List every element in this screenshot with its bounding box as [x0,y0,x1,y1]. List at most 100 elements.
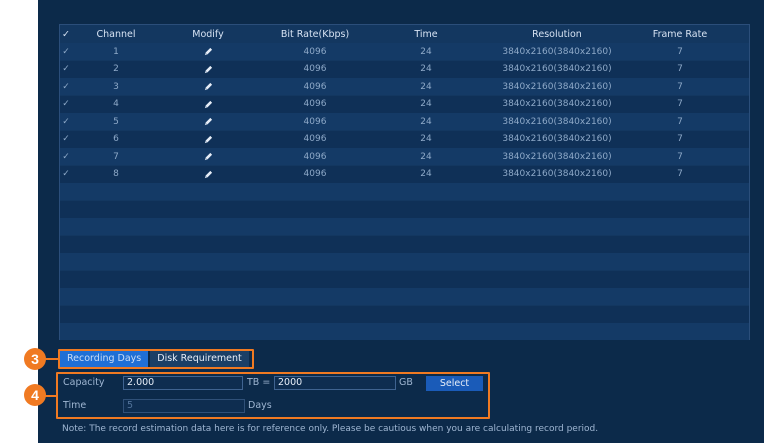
header-time: Time [414,29,438,40]
callout-3-connector [44,358,58,360]
channel-cell: 6 [113,134,119,144]
resolution-cell: 3840x2160(3840x2160) [502,116,612,127]
callout-3-highlight [58,349,254,369]
pencil-icon[interactable] [178,100,238,109]
gb-unit-label: GB [399,377,413,388]
empty-table-row [60,183,749,200]
pencil-icon[interactable] [178,117,238,126]
frame-rate-cell: 7 [677,64,683,74]
time-cell: 24 [420,81,432,92]
row-checkbox[interactable]: ✓ [60,169,72,179]
resolution-cell: 3840x2160(3840x2160) [502,134,612,144]
empty-table-row [60,305,749,323]
table-row: ✓ 1 4096 24 3840x2160(3840x2160) 7 [60,43,749,60]
modify-cell[interactable] [178,82,238,91]
bit-rate-cell: 4096 [303,64,327,74]
gb-input[interactable]: 2000 [274,376,396,390]
channel-cell: 4 [113,99,119,109]
table-row: ✓ 8 4096 24 3840x2160(3840x2160) 7 [60,165,749,183]
time-cell: 24 [420,46,432,57]
channel-cell: 1 [113,46,119,57]
modify-cell[interactable] [178,170,238,179]
time-cell: 24 [420,116,432,127]
callout-4-highlight [56,372,490,419]
empty-table-row [60,218,749,235]
bit-rate-cell: 4096 [303,116,327,127]
pencil-icon[interactable] [178,170,238,179]
pencil-icon[interactable] [178,82,238,91]
channel-cell: 2 [113,64,119,74]
table-header-row: ✓ Channel Modify Bit Rate(Kbps) Time Res… [60,26,749,43]
table-row: ✓ 7 4096 24 3840x2160(3840x2160) 7 [60,148,749,165]
pencil-icon[interactable] [178,135,238,144]
header-resolution: Resolution [532,29,582,40]
channel-cell: 3 [113,81,119,92]
row-checkbox[interactable]: ✓ [60,134,72,144]
bit-rate-cell: 4096 [303,99,327,109]
table-row: ✓ 5 4096 24 3840x2160(3840x2160) 7 [60,113,749,130]
channel-cell: 8 [113,169,119,179]
channel-cell: 5 [113,116,119,127]
select-button[interactable]: Select [426,376,483,391]
modify-cell[interactable] [178,152,238,161]
time-label: Time [63,400,87,411]
channel-table: ✓ Channel Modify Bit Rate(Kbps) Time Res… [59,24,750,340]
header-select-all-checkbox[interactable]: ✓ [60,29,72,40]
pencil-icon[interactable] [178,152,238,161]
capacity-input[interactable]: 2.000 [123,376,243,390]
time-cell: 24 [420,134,432,144]
tb-equals-label: TB = [247,377,271,388]
resolution-cell: 3840x2160(3840x2160) [502,151,612,162]
pencil-icon[interactable] [178,47,238,56]
empty-table-row [60,288,749,305]
days-unit-label: Days [248,400,272,411]
modify-cell[interactable] [178,100,238,109]
time-cell: 24 [420,99,432,109]
time-cell: 24 [420,169,432,179]
channel-cell: 7 [113,151,119,162]
header-channel: Channel [96,29,136,40]
pencil-icon[interactable] [178,65,238,74]
table-row: ✓ 4 4096 24 3840x2160(3840x2160) 7 [60,95,749,113]
empty-table-row [60,235,749,253]
bit-rate-cell: 4096 [303,134,327,144]
row-checkbox[interactable]: ✓ [60,82,72,92]
modify-cell[interactable] [178,117,238,126]
resolution-cell: 3840x2160(3840x2160) [502,64,612,74]
empty-table-row [60,270,749,288]
callout-4-badge: 4 [24,384,46,406]
frame-rate-cell: 7 [677,169,683,179]
table-row: ✓ 3 4096 24 3840x2160(3840x2160) 7 [60,78,749,95]
time-cell: 24 [420,151,432,162]
capacity-label: Capacity [63,377,105,388]
header-bit-rate: Bit Rate(Kbps) [280,29,350,40]
header-frame-rate: Frame Rate [652,29,708,40]
row-checkbox[interactable]: ✓ [60,152,72,162]
resolution-cell: 3840x2160(3840x2160) [502,81,612,92]
bit-rate-cell: 4096 [303,151,327,162]
row-checkbox[interactable]: ✓ [60,47,72,57]
modify-cell[interactable] [178,65,238,74]
time-cell: 24 [420,64,432,74]
resolution-cell: 3840x2160(3840x2160) [502,99,612,109]
estimation-note: Note: The record estimation data here is… [62,424,599,434]
row-checkbox[interactable]: ✓ [60,99,72,109]
row-checkbox[interactable]: ✓ [60,64,72,74]
frame-rate-cell: 7 [677,99,683,109]
empty-table-row [60,253,749,270]
empty-table-row [60,323,749,340]
frame-rate-cell: 7 [677,134,683,144]
resolution-cell: 3840x2160(3840x2160) [502,46,612,57]
frame-rate-cell: 7 [677,151,683,162]
header-modify: Modify [192,29,224,40]
bit-rate-cell: 4096 [303,46,327,57]
table-row: ✓ 2 4096 24 3840x2160(3840x2160) 7 [60,60,749,78]
bit-rate-cell: 4096 [303,169,327,179]
frame-rate-cell: 7 [677,116,683,127]
table-row: ✓ 6 4096 24 3840x2160(3840x2160) 7 [60,130,749,148]
time-input[interactable]: 5 [123,399,245,413]
modify-cell[interactable] [178,135,238,144]
modify-cell[interactable] [178,47,238,56]
empty-table-row [60,200,749,218]
row-checkbox[interactable]: ✓ [60,117,72,127]
